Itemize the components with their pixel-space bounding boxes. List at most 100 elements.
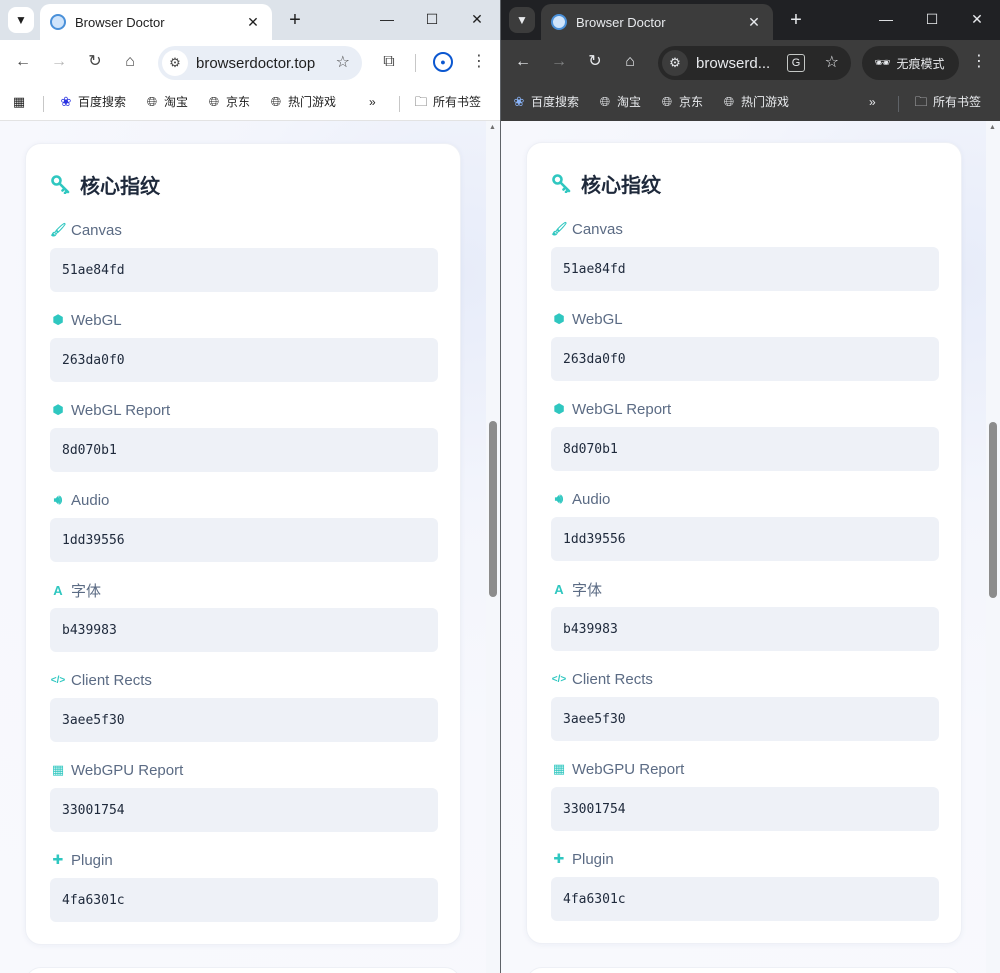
maximize-button[interactable]: ☐ xyxy=(423,10,441,28)
bookmark-games[interactable]: 🌐︎ 热门游戏 xyxy=(722,93,789,111)
field-label-text: WebGL xyxy=(71,311,122,329)
bookmark-baidu[interactable]: ❀ 百度搜索 xyxy=(59,93,126,111)
field-value[interactable]: 1dd39556 xyxy=(50,518,438,562)
fingerprint-field: </> Client Rects 3aee5f30 xyxy=(50,670,438,742)
bookmarks-overflow-button[interactable]: » xyxy=(369,93,376,111)
tab-browser-doctor[interactable]: Browser Doctor ✕ xyxy=(40,4,272,40)
bookmark-star-icon[interactable]: ☆ xyxy=(336,53,350,73)
field-label: ⬢ WebGL Report xyxy=(50,400,438,420)
field-value[interactable]: 51ae84fd xyxy=(551,247,939,291)
bookmark-jd[interactable]: 🌐︎ 京东 xyxy=(660,93,703,111)
tab-browser-doctor[interactable]: Browser Doctor ✕ xyxy=(541,4,773,40)
forward-button[interactable]: → xyxy=(48,52,70,72)
scrollbar[interactable]: ▲ xyxy=(486,121,500,973)
all-bookmarks-folder[interactable]: 🗀 所有书签 xyxy=(914,93,981,111)
code-icon: </> xyxy=(551,673,567,685)
baidu-paw-icon: ❀ xyxy=(513,94,525,109)
back-button[interactable]: ← xyxy=(512,52,534,72)
card-title: 核心指纹 xyxy=(581,174,661,197)
bookmark-separator xyxy=(399,96,400,112)
bookmark-baidu[interactable]: ❀ 百度搜索 xyxy=(512,93,579,111)
account-circle-icon[interactable]: ● xyxy=(433,52,453,72)
minimize-button[interactable]: — xyxy=(378,10,396,28)
fingerprint-field: ⬢ WebGL 263da0f0 xyxy=(50,310,438,382)
fingerprint-field: ✚ Plugin 4fa6301c xyxy=(551,849,939,921)
tab-search-button[interactable]: ▼ xyxy=(8,7,34,33)
home-button[interactable]: ⌂ xyxy=(119,52,141,72)
bookmark-star-icon[interactable]: ☆ xyxy=(825,53,839,73)
fingerprint-field: ✚ Plugin 4fa6301c xyxy=(50,850,438,922)
bookmarks-overflow-button[interactable]: » xyxy=(869,93,876,111)
translate-icon[interactable]: G xyxy=(787,54,805,72)
fingerprint-field: </> Client Rects 3aee5f30 xyxy=(551,669,939,741)
apps-grid-icon[interactable]: ▦ xyxy=(12,93,31,111)
site-info-icon[interactable]: ⚙ xyxy=(662,50,688,76)
field-value[interactable]: 33001754 xyxy=(50,788,438,832)
fingerprint-field: ⬢ WebGL Report 8d070b1 xyxy=(50,400,438,472)
bookmark-games[interactable]: 🌐︎ 热门游戏 xyxy=(269,93,336,111)
close-window-button[interactable]: ✕ xyxy=(468,10,486,28)
field-value[interactable]: 8d070b1 xyxy=(551,427,939,471)
chip-icon: ▦ xyxy=(51,762,65,777)
field-value[interactable]: 8d070b1 xyxy=(50,428,438,472)
tab-close-icon[interactable]: ✕ xyxy=(244,13,262,31)
baidu-paw-icon: ❀ xyxy=(60,94,72,109)
close-window-button[interactable]: ✕ xyxy=(968,10,986,28)
page-content: 核心指纹 🖌︎ Canvas 51ae84fd ⬢ WebGL 263da0f0 ⬢ WebGL… xyxy=(0,121,500,973)
scrollbar-thumb[interactable] xyxy=(489,421,497,597)
back-button[interactable]: ← xyxy=(12,52,34,72)
paint-brush-icon: 🖌︎ xyxy=(551,221,568,236)
bookmark-separator xyxy=(898,96,899,112)
bookmark-jd[interactable]: 🌐︎ 京东 xyxy=(207,93,250,111)
tab-title: Browser Doctor xyxy=(576,14,666,30)
field-value[interactable]: 51ae84fd xyxy=(50,248,438,292)
address-bar[interactable]: ⚙ browserd... G ☆ xyxy=(658,46,851,80)
more-menu-icon[interactable]: ⋮ xyxy=(968,52,990,72)
maximize-button[interactable]: ☐ xyxy=(923,10,941,28)
chip-icon: ▦ xyxy=(552,761,566,776)
scrollbar-thumb[interactable] xyxy=(989,422,997,598)
card-title: 核心指纹 xyxy=(80,175,160,198)
field-value[interactable]: 4fa6301c xyxy=(50,878,438,922)
all-bookmarks-folder[interactable]: 🗀 所有书签 xyxy=(414,93,481,111)
scroll-up-arrow-icon[interactable]: ▲ xyxy=(989,124,996,131)
field-value[interactable]: 3aee5f30 xyxy=(551,697,939,741)
scrollbar[interactable]: ▲ xyxy=(986,121,1000,973)
scroll-up-arrow-icon[interactable]: ▲ xyxy=(489,124,496,131)
fingerprint-field: ⬢ WebGL 263da0f0 xyxy=(551,309,939,381)
core-fingerprint-card: 核心指纹 🖌︎ Canvas 51ae84fd ⬢ WebGL 263da0f0 ⬢ WebGL… xyxy=(526,142,962,944)
tab-close-icon[interactable]: ✕ xyxy=(745,13,763,31)
puzzle-icon[interactable]: ⧉ xyxy=(378,52,400,72)
site-info-icon[interactable]: ⚙ xyxy=(162,50,188,76)
fingerprint-field: 🔊︎ Audio 1dd39556 xyxy=(50,490,438,562)
incognito-icon: 🕶︎ xyxy=(874,55,891,70)
field-label-text: Plugin xyxy=(71,851,113,869)
field-value[interactable]: 263da0f0 xyxy=(50,338,438,382)
reload-button[interactable]: ↻ xyxy=(84,52,106,72)
code-icon: </> xyxy=(50,674,66,686)
new-tab-button[interactable]: + xyxy=(284,9,306,31)
field-value[interactable]: 263da0f0 xyxy=(551,337,939,381)
more-menu-icon[interactable]: ⋮ xyxy=(468,52,490,72)
address-bar[interactable]: ⚙ browserdoctor.top ☆ xyxy=(158,46,362,80)
key-icon xyxy=(51,175,70,194)
field-value[interactable]: b439983 xyxy=(50,608,438,652)
field-label-text: WebGL xyxy=(572,310,623,328)
tab-search-button[interactable]: ▼ xyxy=(509,7,535,33)
field-label-text: Audio xyxy=(572,490,611,508)
field-value[interactable]: 4fa6301c xyxy=(551,877,939,921)
incognito-indicator[interactable]: 🕶︎ 无痕模式 xyxy=(862,46,959,80)
field-label: 🖌︎ Canvas xyxy=(551,219,939,239)
minimize-button[interactable]: — xyxy=(877,10,895,28)
reload-button[interactable]: ↻ xyxy=(584,52,606,72)
home-button[interactable]: ⌂ xyxy=(619,52,641,72)
bookmark-taobao[interactable]: 🌐︎ 淘宝 xyxy=(145,93,188,111)
fingerprint-field: 🔊︎ Audio 1dd39556 xyxy=(551,489,939,561)
field-value[interactable]: 3aee5f30 xyxy=(50,698,438,742)
new-tab-button[interactable]: + xyxy=(785,9,807,31)
bookmark-taobao[interactable]: 🌐︎ 淘宝 xyxy=(598,93,641,111)
field-value[interactable]: b439983 xyxy=(551,607,939,651)
forward-button[interactable]: → xyxy=(548,52,570,72)
field-value[interactable]: 33001754 xyxy=(551,787,939,831)
field-value[interactable]: 1dd39556 xyxy=(551,517,939,561)
